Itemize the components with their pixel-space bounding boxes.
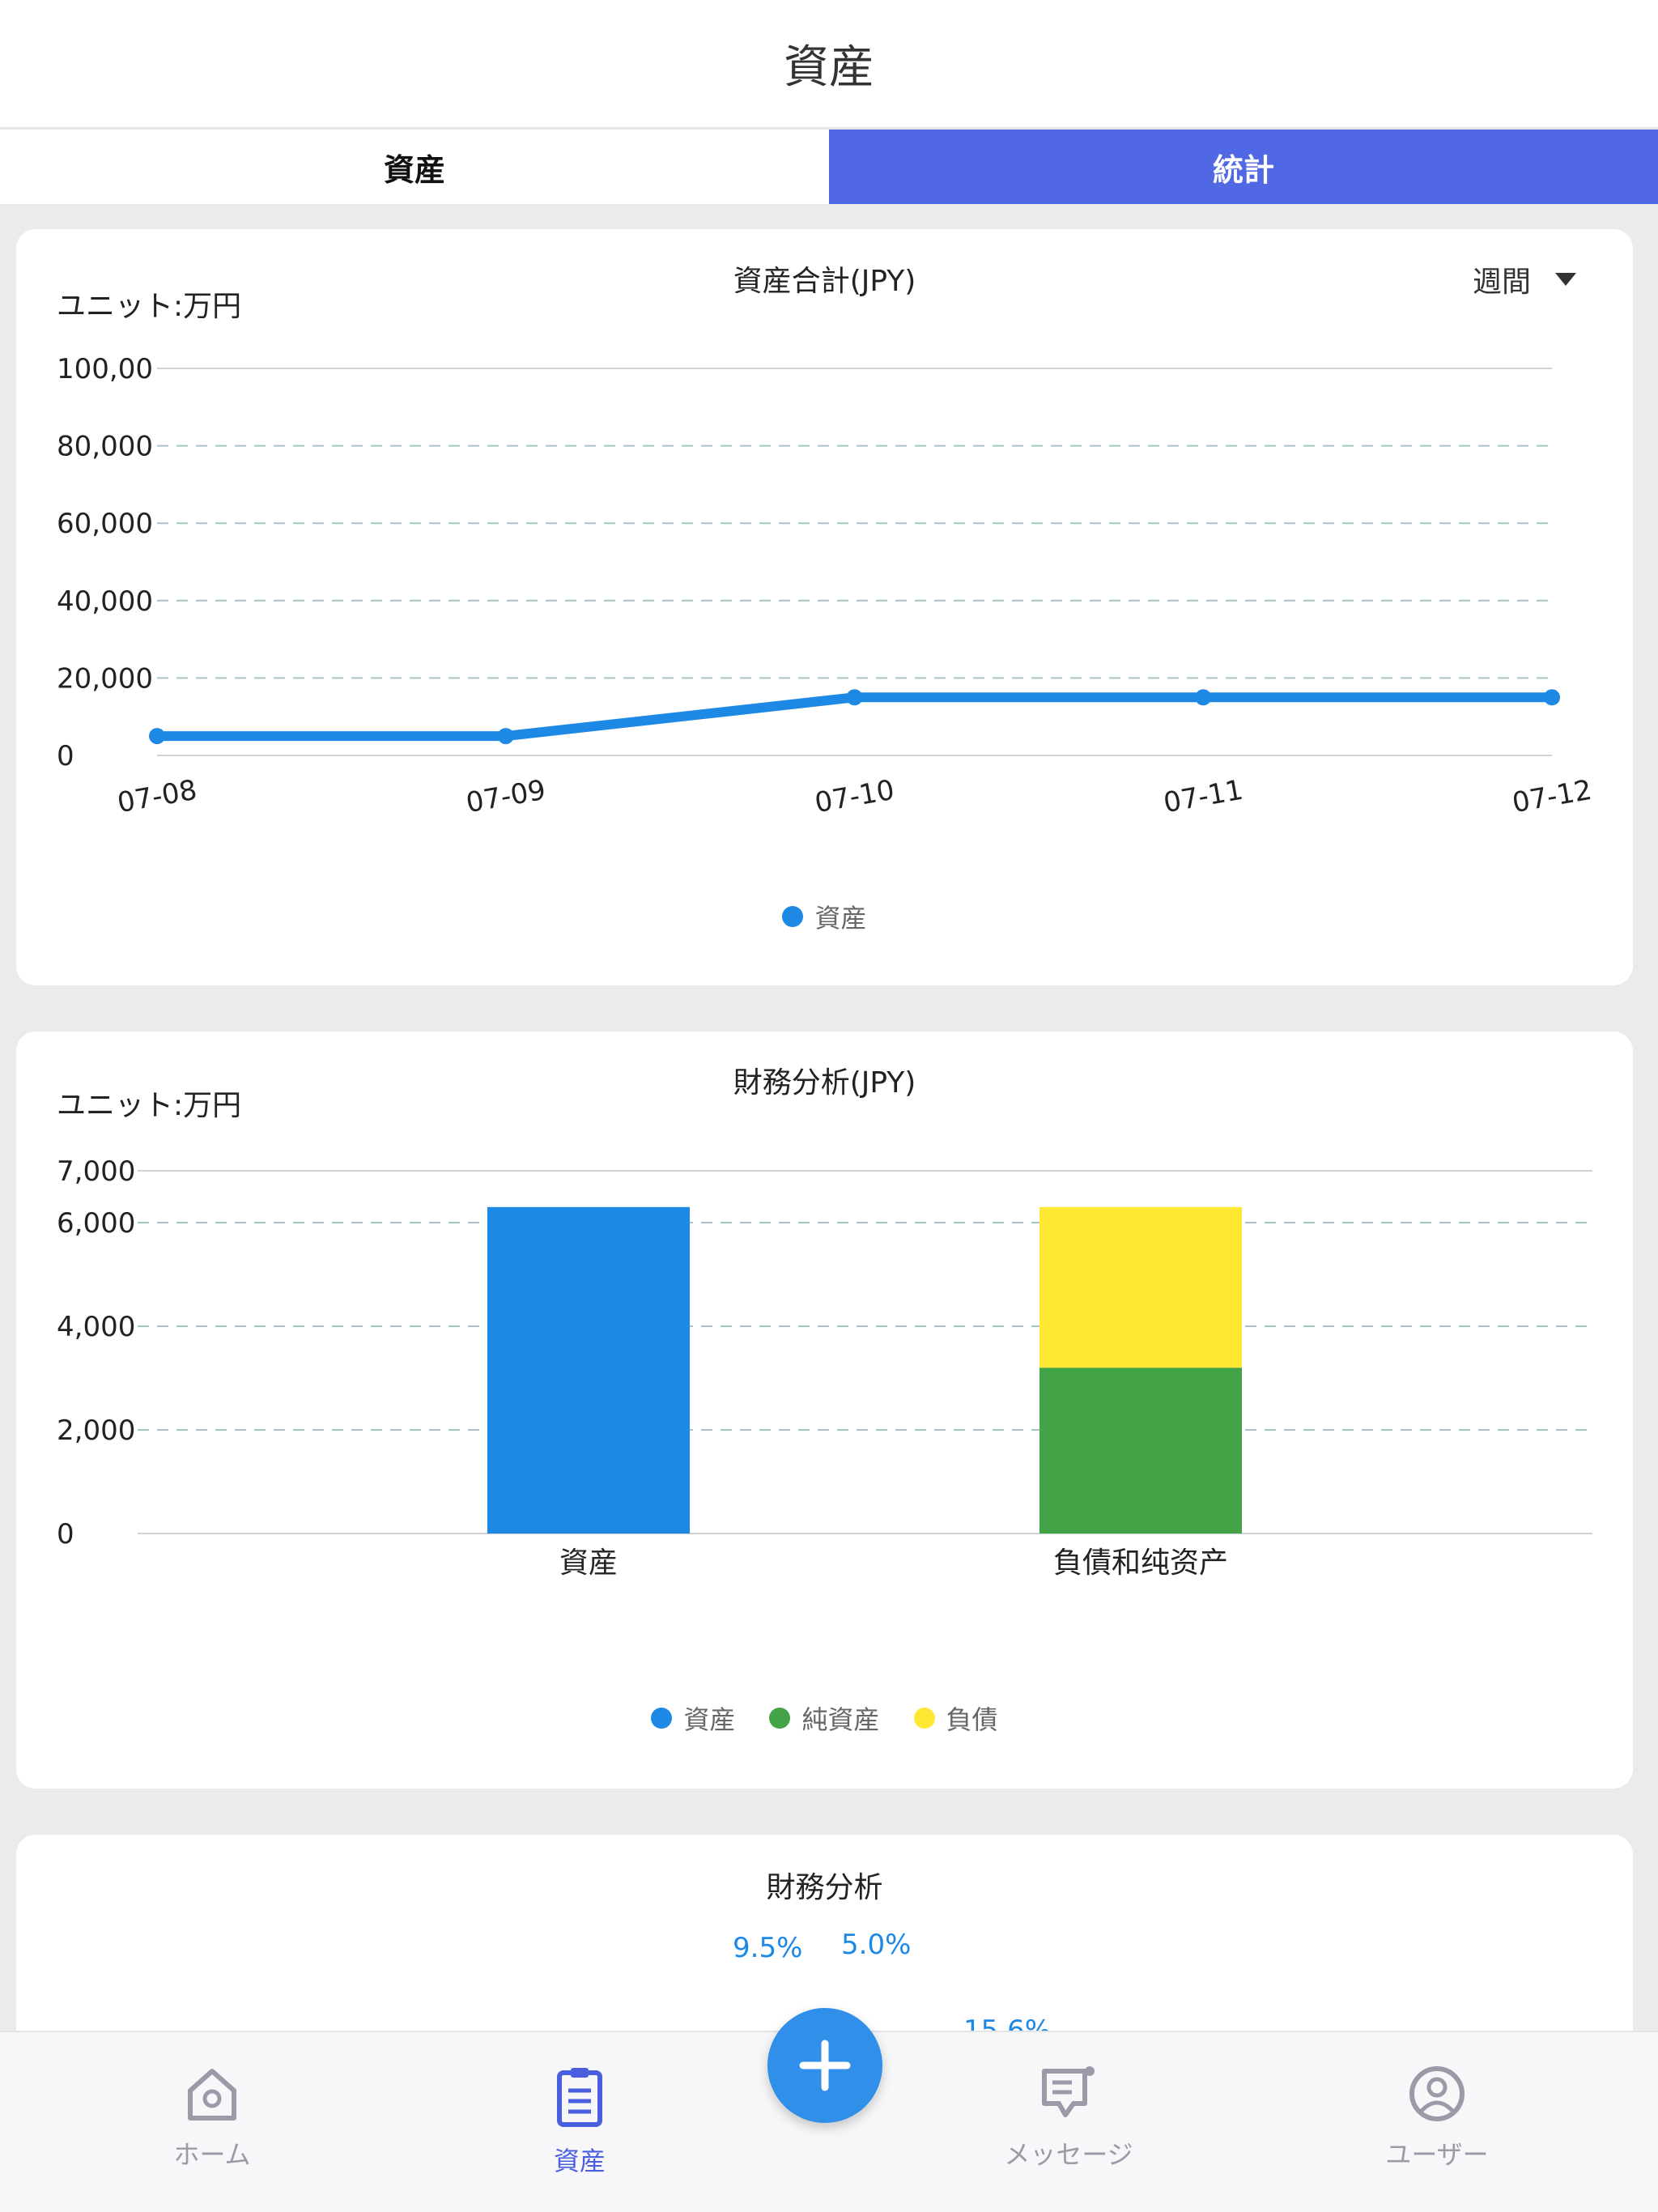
finance-bar-chart: 0 2,000 4,000 6,000 7,000 資産 負債和纯资产 <box>57 1155 1592 1580</box>
x-tick-label: 07-11 <box>1161 774 1245 820</box>
bar-legend: 資産 純資産 負債 <box>16 1699 1633 1737</box>
tab-bar: 資産 統計 <box>0 130 1658 204</box>
y-tick-label: 0 <box>57 1518 74 1551</box>
legend-label: 純資産 <box>801 1704 880 1735</box>
plus-icon <box>799 2040 851 2091</box>
x-tick-label: 07-09 <box>464 774 548 820</box>
home-icon <box>188 2069 236 2121</box>
nav-label: ユーザー <box>1385 2139 1489 2170</box>
x-tick-label: 07-08 <box>115 774 199 820</box>
tab-assets[interactable]: 資産 <box>0 130 829 204</box>
legend-label: 資産 <box>814 903 867 934</box>
legend-dot <box>769 1708 791 1729</box>
y-tick-label: 40,000 <box>57 585 153 618</box>
nav-label: ホーム <box>173 2139 251 2170</box>
clipboard-icon <box>557 2068 602 2127</box>
data-point <box>846 689 863 706</box>
add-button[interactable] <box>767 2008 882 2123</box>
line-legend: 資産 <box>16 898 1633 935</box>
page-title: 資産 <box>784 41 874 94</box>
legend-label: 負債 <box>946 1704 998 1735</box>
y-tick-label: 80,000 <box>57 431 153 463</box>
nav-item-assets[interactable]: 資産 <box>458 2065 701 2178</box>
bar-segment <box>1039 1368 1242 1534</box>
y-tick-label: 0 <box>57 740 74 772</box>
legend-dot <box>651 1708 673 1729</box>
asset-line-chart: 0 20,000 40,000 60,000 80,000 100,00 07-08 07-0… <box>57 353 1594 820</box>
asset-total-card: ユニット:万円 資産合計(JPY) 週間 0 20,000 40,000 60,000… <box>16 229 1633 985</box>
legend-item[interactable]: 純資産 <box>769 1699 880 1737</box>
user-icon <box>1409 2066 1465 2121</box>
finance-analysis-card: ユニット:万円 財務分析(JPY) 0 2,000 4,000 6,000 7,000 資… <box>16 1032 1633 1789</box>
data-point <box>1195 689 1212 706</box>
x-tick-label: 07-10 <box>813 774 897 820</box>
tab-statistics[interactable]: 統計 <box>829 130 1658 204</box>
nav-item-user[interactable]: ユーザー <box>1316 2065 1558 2172</box>
message-icon <box>1042 2066 1095 2117</box>
nav-item-home[interactable]: ホーム <box>91 2065 334 2172</box>
bar-segment <box>1039 1206 1242 1368</box>
x-category-label: 負債和纯资产 <box>1053 1546 1228 1580</box>
data-point <box>497 728 514 745</box>
y-tick-label: 4,000 <box>57 1311 135 1343</box>
legend-item[interactable]: 資産 <box>651 1699 735 1737</box>
legend-item[interactable]: 資産 <box>782 898 867 935</box>
page-header: 資産 <box>0 0 1658 130</box>
nav-label: メッセージ <box>1004 2139 1133 2170</box>
y-tick-label: 20,000 <box>57 662 153 695</box>
nav-label: 資産 <box>553 2146 606 2176</box>
y-tick-label: 100,00 <box>57 353 153 385</box>
legend-dot <box>913 1708 935 1729</box>
data-point <box>1544 689 1560 706</box>
x-category-label: 資産 <box>559 1546 618 1580</box>
x-tick-label: 07-12 <box>1510 774 1594 820</box>
data-point <box>149 728 165 745</box>
y-tick-label: 2,000 <box>57 1414 135 1447</box>
y-tick-label: 7,000 <box>57 1155 135 1188</box>
legend-item[interactable]: 負債 <box>913 1699 998 1737</box>
y-tick-label: 6,000 <box>57 1207 135 1240</box>
bar-segment <box>487 1206 690 1534</box>
y-tick-label: 60,000 <box>57 508 153 540</box>
legend-dot <box>782 906 804 927</box>
nav-item-messages[interactable]: メッセージ <box>947 2065 1190 2172</box>
legend-label: 資産 <box>683 1704 736 1735</box>
